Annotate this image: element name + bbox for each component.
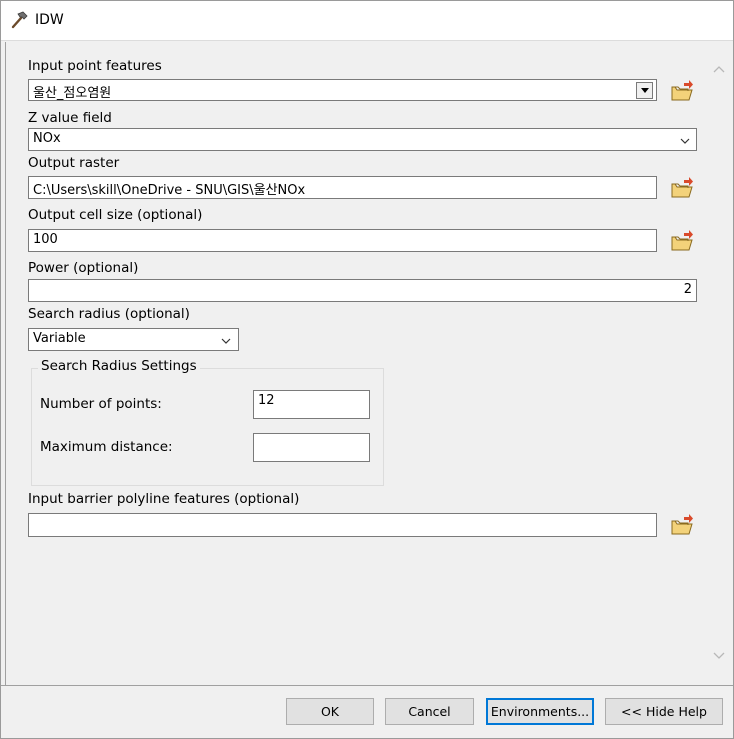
- maximum-distance-label: Maximum distance:: [40, 439, 173, 455]
- cancel-button[interactable]: Cancel: [385, 698, 474, 725]
- environments-button[interactable]: Environments...: [486, 698, 594, 725]
- search-radius-value: Variable: [33, 331, 86, 346]
- z-value-field-select[interactable]: NOx: [28, 128, 697, 151]
- search-radius-label: Search radius (optional): [28, 306, 190, 322]
- open-folder-icon[interactable]: [670, 80, 694, 104]
- output-cell-size-value: 100: [33, 232, 58, 247]
- hammer-icon: [11, 11, 28, 29]
- input-point-features-dropdown-button[interactable]: [636, 82, 653, 99]
- search-radius-select[interactable]: Variable: [28, 328, 239, 351]
- output-raster-value: C:\Users\skill\OneDrive - SNU\GIS\울산NOx: [33, 183, 306, 198]
- window-title: IDW: [35, 12, 64, 28]
- number-of-points-value: 12: [258, 393, 275, 408]
- output-raster-input[interactable]: C:\Users\skill\OneDrive - SNU\GIS\울산NOx: [28, 176, 657, 199]
- number-of-points-input[interactable]: 12: [253, 390, 370, 419]
- scroll-up-icon[interactable]: [712, 64, 726, 74]
- input-point-features-label: Input point features: [28, 58, 162, 74]
- search-radius-settings-title: Search Radius Settings: [38, 358, 200, 374]
- power-input[interactable]: 2: [28, 279, 697, 302]
- output-raster-label: Output raster: [28, 155, 120, 171]
- input-point-features-select[interactable]: 울산_점오염원: [28, 79, 657, 101]
- number-of-points-label: Number of points:: [40, 396, 162, 412]
- title-bar: IDW: [1, 1, 733, 41]
- idw-dialog: IDW Input point features 울산_점오염원 Z value…: [0, 0, 734, 739]
- chevron-down-icon[interactable]: [680, 136, 690, 146]
- input-barrier-label: Input barrier polyline features (optiona…: [28, 491, 300, 507]
- open-folder-icon[interactable]: [670, 514, 694, 538]
- output-cell-size-label: Output cell size (optional): [28, 207, 203, 223]
- z-value-field-value: NOx: [33, 131, 61, 146]
- open-folder-icon[interactable]: [670, 230, 694, 254]
- chevron-down-icon[interactable]: [221, 336, 231, 346]
- input-point-features-value: 울산_점오염원: [33, 86, 112, 101]
- power-value: 2: [683, 282, 692, 297]
- ok-button[interactable]: OK: [286, 698, 374, 725]
- input-barrier-input[interactable]: [28, 513, 657, 537]
- z-value-field-label: Z value field: [28, 110, 112, 126]
- open-folder-icon[interactable]: [670, 177, 694, 201]
- output-cell-size-input[interactable]: 100: [28, 229, 657, 252]
- hide-help-button[interactable]: << Hide Help: [605, 698, 723, 725]
- power-label: Power (optional): [28, 260, 139, 276]
- search-radius-settings-group: [31, 368, 384, 486]
- scroll-down-icon[interactable]: [712, 651, 726, 661]
- maximum-distance-input[interactable]: [253, 433, 370, 462]
